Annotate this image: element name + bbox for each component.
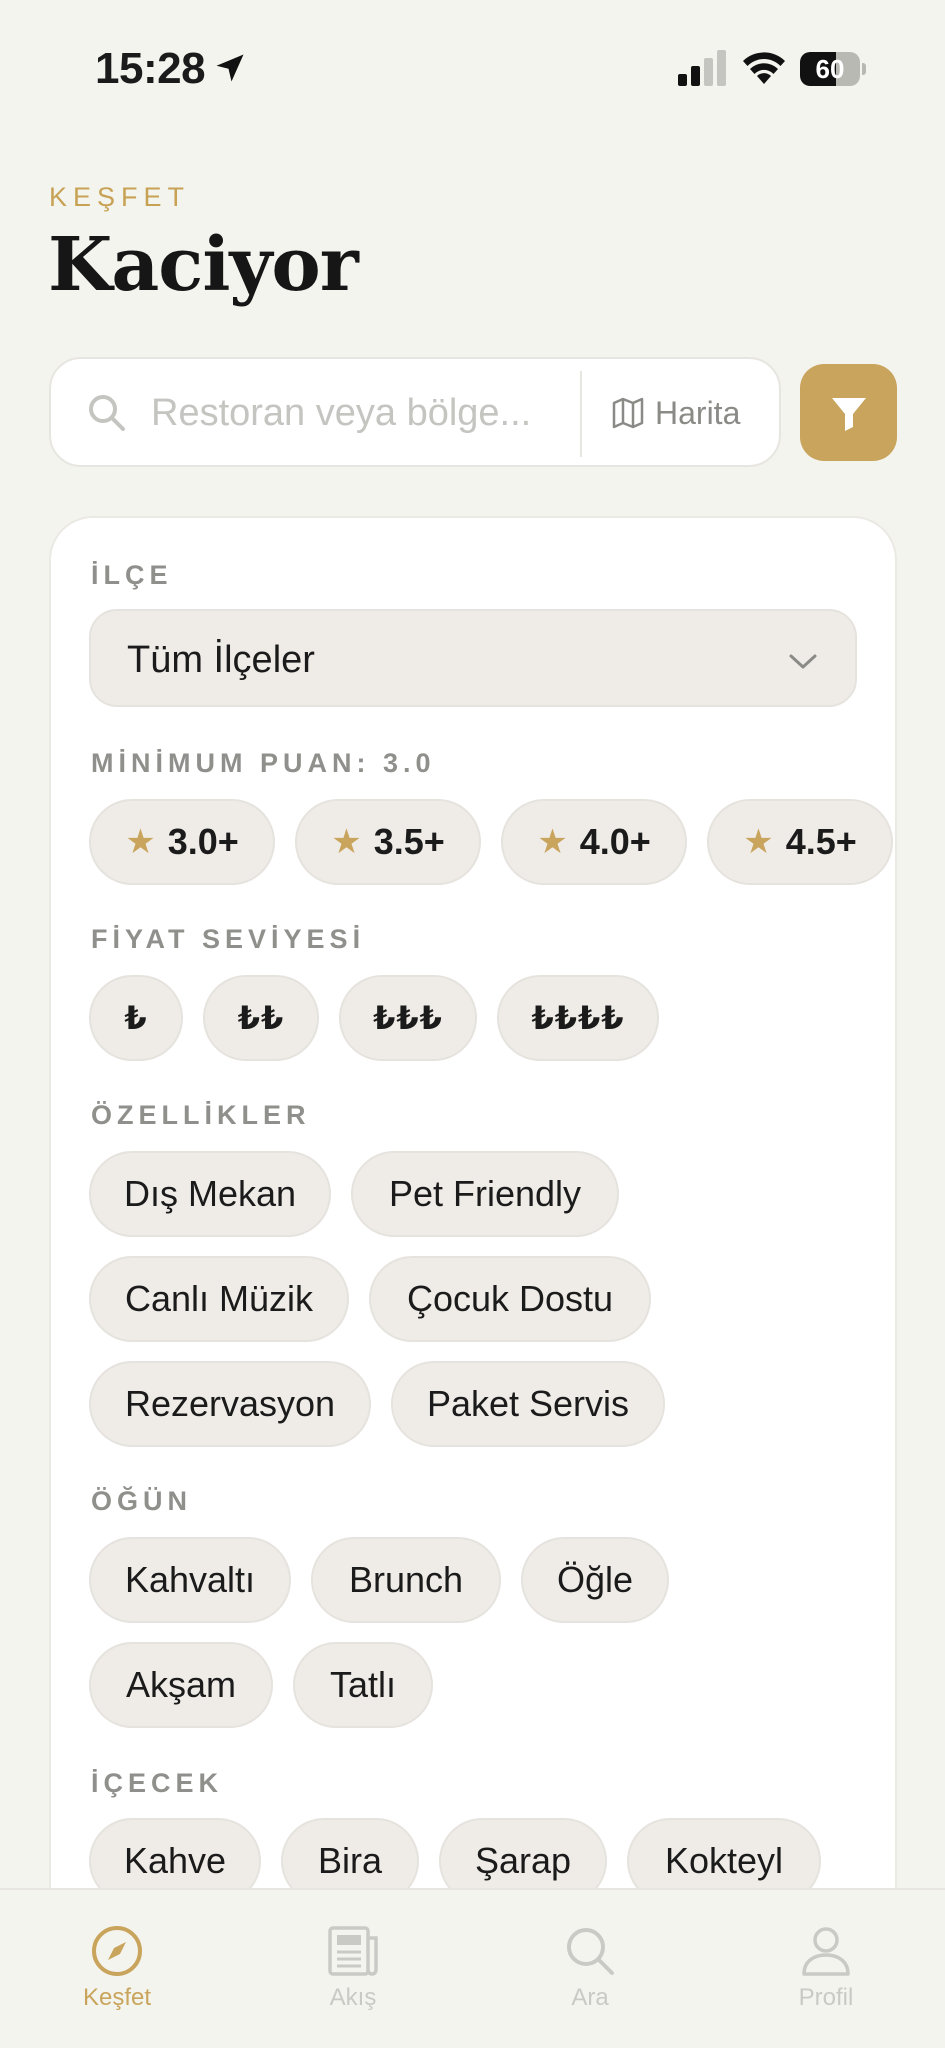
status-time: 15:28 <box>95 44 206 93</box>
wifi-icon <box>743 52 785 84</box>
page-title: Kaciyor <box>48 222 359 308</box>
rating-chip-label: 3.0+ <box>167 821 239 862</box>
compass-icon <box>92 1926 142 1976</box>
tab-label: Akış <box>329 1984 377 2011</box>
district-value: Tüm İlçeler <box>127 639 315 681</box>
rating-chip[interactable]: ★ 4.5+ <box>707 799 893 885</box>
rating-chip-label: 4.0+ <box>579 821 651 862</box>
rating-chip[interactable]: ★ 4.0+ <box>501 799 687 885</box>
rating-label: MİNİMUM PUAN: 3.0 <box>91 748 436 778</box>
price-label: FİYAT SEVİYESİ <box>91 924 366 954</box>
district-select[interactable]: Tüm İlçeler <box>89 609 857 707</box>
map-button[interactable]: Harita <box>611 383 740 443</box>
price-chip[interactable]: ₺₺₺₺ <box>497 975 659 1061</box>
search-icon <box>567 1928 614 1975</box>
feature-chip[interactable]: Rezervasyon <box>89 1361 371 1447</box>
battery-level: 60 <box>815 54 845 84</box>
feature-chip[interactable]: Canlı Müzik <box>89 1256 349 1342</box>
rating-chip-label: 4.5+ <box>785 821 857 862</box>
filter-button[interactable] <box>800 364 897 461</box>
district-label: İLÇE <box>91 560 173 590</box>
newspaper-icon <box>328 1926 378 1976</box>
search-bar: Harita <box>49 357 781 467</box>
meal-label: ÖĞÜN <box>91 1486 192 1516</box>
tab-akis[interactable]: Akış <box>273 1924 433 2024</box>
chevron-down-icon <box>789 654 817 669</box>
battery-icon: 60 <box>800 52 866 86</box>
meal-chip[interactable]: Tatlı <box>293 1642 433 1728</box>
price-chip[interactable]: ₺₺ <box>203 975 319 1061</box>
cellular-signal-icon <box>678 50 726 86</box>
meal-chip[interactable]: Brunch <box>311 1537 501 1623</box>
meal-chip[interactable]: Kahvaltı <box>89 1537 291 1623</box>
tab-label: Profil <box>798 1984 854 2011</box>
map-icon <box>612 397 644 429</box>
search-input[interactable] <box>151 381 591 445</box>
tab-label: Keşfet <box>82 1984 152 2011</box>
location-arrow-icon <box>216 54 244 82</box>
meal-chip[interactable]: Öğle <box>521 1537 669 1623</box>
meal-chip[interactable]: Akşam <box>89 1642 273 1728</box>
map-button-label: Harita <box>655 394 741 431</box>
rating-chip-label: 3.5+ <box>373 821 445 862</box>
star-icon: ★ <box>537 823 568 861</box>
star-icon: ★ <box>125 823 156 861</box>
tab-kesfet[interactable]: Keşfet <box>37 1924 197 2024</box>
feature-chip[interactable]: Çocuk Dostu <box>369 1256 651 1342</box>
filter-panel: İLÇE Tüm İlçeler MİNİMUM PUAN: 3.0 ★ 3.0+… <box>49 516 897 2048</box>
funnel-icon <box>831 397 866 431</box>
price-chip[interactable]: ₺₺₺ <box>339 975 477 1061</box>
status-bar: 15:28 60 <box>0 0 945 130</box>
tab-profil[interactable]: Profil <box>746 1924 906 2024</box>
tab-ara[interactable]: Ara <box>510 1924 670 2024</box>
person-icon <box>802 1927 850 1976</box>
tab-bar: Keşfet Akış Ara Profil <box>0 1888 945 2048</box>
drink-label: İÇECEK <box>91 1768 224 1798</box>
features-label: ÖZELLİKLER <box>91 1100 311 1130</box>
search-divider <box>580 371 582 457</box>
tab-label: Ara <box>571 1984 609 2011</box>
feature-chip[interactable]: Paket Servis <box>391 1361 665 1447</box>
star-icon: ★ <box>743 823 774 861</box>
feature-chip[interactable]: Dış Mekan <box>89 1151 331 1237</box>
search-icon <box>89 395 125 431</box>
section-eyebrow: KEŞFET <box>49 182 191 212</box>
rating-chip[interactable]: ★ 3.5+ <box>295 799 481 885</box>
rating-chip[interactable]: ★ 3.0+ <box>89 799 275 885</box>
star-icon: ★ <box>331 823 362 861</box>
price-chip[interactable]: ₺ <box>89 975 183 1061</box>
feature-chip[interactable]: Pet Friendly <box>351 1151 619 1237</box>
